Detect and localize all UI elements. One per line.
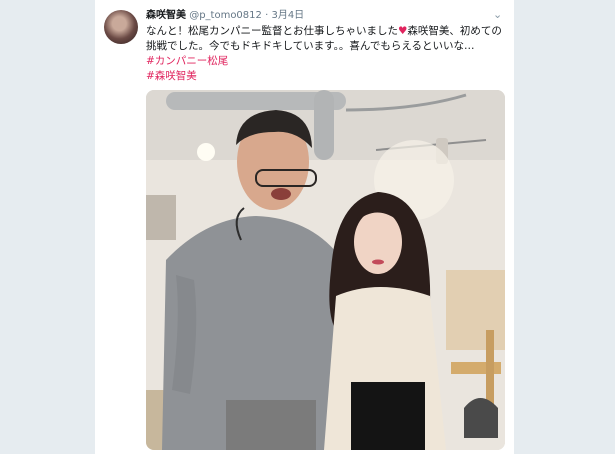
separator: · (265, 10, 269, 21)
tweet-card: 森咲智美 @p_tomo0812 · 3月4日 ⌄ なんと！松尾カンパニー監督と… (95, 0, 514, 454)
tweet-header: 森咲智美 @p_tomo0812 · 3月4日 (146, 9, 304, 23)
tweet-photo[interactable] (146, 90, 505, 450)
avatar[interactable] (104, 10, 138, 44)
hashtag-link[interactable]: #カンパニー松尾 (146, 54, 506, 69)
heart-icon: ♥ (398, 25, 408, 37)
photo-image (146, 90, 505, 450)
user-handle[interactable]: @p_tomo0812 (189, 10, 262, 21)
chevron-down-icon[interactable]: ⌄ (493, 8, 502, 21)
display-name[interactable]: 森咲智美 (146, 10, 186, 21)
hashtag-link[interactable]: #森咲智美 (146, 69, 506, 84)
tweet-date[interactable]: 3月4日 (271, 10, 304, 21)
tweet-text: なんと！松尾カンパニー監督とお仕事しちゃいました♥森咲智美、初めての挑戦でした。… (146, 24, 506, 84)
tweet-text-part1: なんと！松尾カンパニー監督とお仕事しちゃいました (146, 25, 398, 37)
